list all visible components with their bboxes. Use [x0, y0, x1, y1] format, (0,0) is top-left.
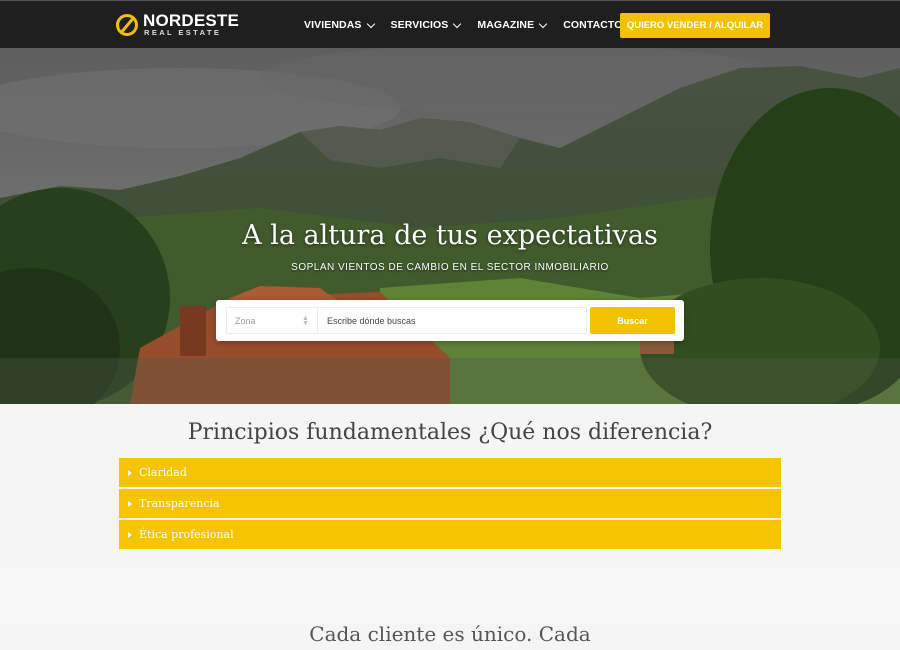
caret-right-icon [128, 531, 132, 538]
nav-item-label: VIVIENDAS [304, 19, 362, 31]
hero-subtitle: SOPLAN VIENTOS DE CAMBIO EN EL SECTOR IN… [291, 262, 609, 273]
brand-logo[interactable]: NORDESTE REAL ESTATE [116, 12, 239, 40]
chevron-down-icon [453, 19, 462, 28]
hero-banner: A la altura de tus expectativas SOPLAN V… [0, 48, 900, 404]
location-search-input[interactable]: Escribe dónde buscas [317, 307, 587, 334]
section-divider-band [0, 568, 900, 624]
nav-item-viviendas[interactable]: VIVIENDAS [304, 19, 375, 31]
main-menu: VIVIENDAS SERVICIOS MAGAZINE CONTACTO [304, 1, 652, 49]
chevron-down-icon [366, 19, 375, 28]
hero-title: A la altura de tus expectativas [242, 220, 658, 251]
zone-select[interactable]: Zona ▲ ▼ [226, 307, 318, 334]
accordion-item-transparencia[interactable]: Transparencia [119, 489, 781, 518]
logo-compass-icon [116, 14, 138, 36]
nav-item-magazine[interactable]: MAGAZINE [477, 19, 548, 31]
client-statement-text: Cada cliente es único. Cada [309, 622, 591, 646]
accordion-item-label: Transparencia [139, 497, 220, 510]
brand-name: NORDESTE [143, 11, 240, 30]
nav-item-label: MAGAZINE [477, 19, 535, 31]
accordion-item-label: Ética profesional [139, 528, 234, 541]
property-search-form: Zona ▲ ▼ Escribe dónde buscas Buscar [216, 300, 684, 341]
nav-item-servicios[interactable]: SERVICIOS [390, 19, 462, 31]
accordion-item-label: Claridad [139, 466, 187, 479]
nav-item-label: CONTACTO [563, 19, 623, 31]
sell-rent-button[interactable]: QUIERO VENDER / ALQUILAR [620, 13, 770, 38]
chevron-down-icon [538, 19, 548, 28]
select-arrows-icon: ▲ ▼ [302, 315, 309, 327]
search-button[interactable]: Buscar [590, 307, 675, 334]
principles-accordion: Claridad Transparencia Ética profesional [119, 458, 781, 551]
top-navigation-bar: NORDESTE REAL ESTATE VIVIENDAS SERVICIOS… [0, 0, 900, 48]
nav-item-label: SERVICIOS [390, 19, 449, 31]
caret-right-icon [128, 469, 132, 476]
brand-tagline: REAL ESTATE [144, 28, 222, 37]
principles-heading: Principios fundamentales ¿Qué nos difere… [187, 420, 713, 445]
zone-select-value: Zona [235, 315, 256, 326]
accordion-item-claridad[interactable]: Claridad [119, 458, 781, 487]
accordion-item-etica[interactable]: Ética profesional [119, 520, 781, 549]
caret-right-icon [128, 500, 132, 507]
